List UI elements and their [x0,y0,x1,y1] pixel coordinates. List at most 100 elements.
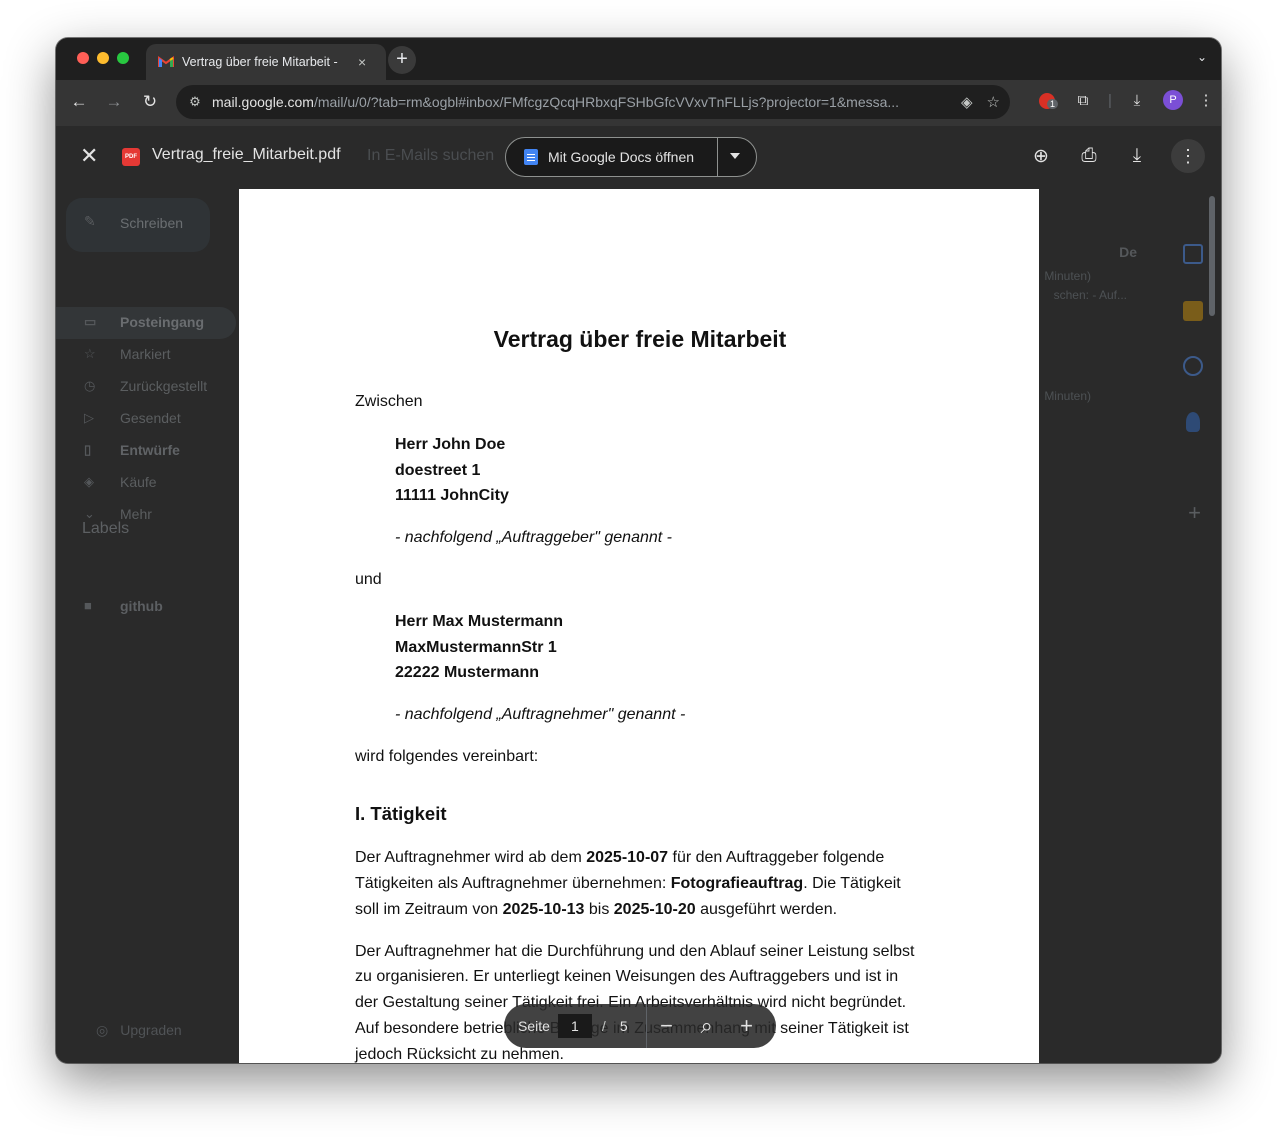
document-title: Vertrag über freie Mitarbeit [493,326,787,352]
tab-search-icon[interactable]: ⌄ [1197,50,1207,64]
bag-icon: ◈ [84,474,94,489]
star-icon: ☆ [84,346,96,361]
nav-label: Zurückgestellt [120,378,208,394]
close-window-button[interactable] [77,52,89,64]
label-text: github [120,598,163,614]
period-end: 2025-10-20 [613,901,696,918]
close-viewer-button[interactable]: ✕ [80,144,98,168]
snippet-time: Minuten) [1044,269,1091,283]
tasks-icon [1183,356,1203,376]
lens-icon[interactable]: ◈ [961,93,973,111]
upgrade-label: Upgraden [120,1022,182,1038]
browser-toolbar: ← → ↻ ⚙ mail.google.com/mail/u/0/?tab=rm… [56,80,1221,126]
open-with-label: Mit Google Docs öffnen [548,149,695,165]
pdf-viewer-header: ✕ PDF Vertrag_freie_Mitarbeit.pdf In E-M… [56,126,1221,188]
draft-icon: ▯ [84,442,92,457]
snippet-text: schen: - Auf... [1053,288,1127,302]
clock-icon: ◷ [84,378,96,393]
gmail-icon [158,56,174,68]
between-text: Zwischen [355,393,423,410]
minimize-window-button[interactable] [97,52,109,64]
browser-tab-active[interactable]: Vertrag über freie Mitarbeit - × [146,44,386,80]
lang-indicator: De [1119,244,1137,260]
toolbar-divider: | [1108,91,1112,109]
forward-button[interactable]: → [103,92,125,112]
label-icon: ■ [84,598,92,613]
page-number-input[interactable]: 1 [557,1014,592,1038]
download-icon[interactable]: ⤓ [1123,145,1151,167]
text-run: Tätigkeiten als Auftragnehmer übernehmen… [355,875,671,892]
url-host: mail.google.com [212,94,314,110]
party2-role: - nachfolgend „Auftragnehmer" genannt - [395,706,686,723]
and-text: und [355,571,382,588]
page-label: Seite [518,1018,550,1034]
extensions-area: 1 ⧉ | ⤓ P ⋮ [1029,90,1221,110]
agreed-text: wird folgendes vereinbart: [355,748,539,765]
para1-line2: Tätigkeiten als Auftragnehmer übernehmen… [355,871,901,897]
viewer-actions: ⊕ ⎙ ⤓ ⋮ [1027,139,1205,173]
text-run: bis [584,901,614,918]
party2-street: MaxMustermannStr 1 [395,639,557,656]
pdf-page[interactable]: Vertrag über freie Mitarbeit Zwischen He… [239,189,1039,1063]
tab-title: Vertrag über freie Mitarbeit - [182,55,338,69]
nav-inbox: ▭ Posteingang [56,307,236,339]
url-text[interactable]: mail.google.com/mail/u/0/?tab=rm&ogbl#in… [212,94,932,110]
more-options-icon[interactable]: ⋮ [1171,139,1205,173]
site-settings-icon[interactable]: ⚙ [178,94,212,110]
reload-button[interactable]: ↻ [139,92,161,112]
snippet-time: Minuten) [1044,389,1091,403]
keep-icon [1183,301,1203,321]
pdf-file-icon: PDF [122,148,140,166]
nav-starred: ☆ Markiert [56,339,236,371]
add-to-drive-icon[interactable]: ⊕ [1027,145,1055,168]
browser-menu-icon[interactable]: ⋮ [1191,91,1221,109]
text-run: Der Auftragnehmer wird ab dem [355,849,587,866]
section-heading: I. Tätigkeit [355,803,447,824]
para2-line: Der Auftragnehmer hat die Durchführung u… [355,943,915,960]
text-run: für den Auftraggeber folgende [668,849,885,866]
inbox-icon: ▭ [84,314,97,329]
open-with-google-docs-button[interactable]: Mit Google Docs öffnen [505,137,757,177]
tab-strip: Vertrag über freie Mitarbeit - × + ⌄ [56,38,1221,80]
party1-city: 11111 JohnCity [395,487,509,504]
extension-icon[interactable]: 1 [1029,91,1065,110]
nav-sent: ▷ Gesendet [56,403,236,435]
compose-label: Schreiben [120,215,184,231]
party2-name: Herr Max Mustermann [395,613,564,630]
para2-line: zu organisieren. Er unterliegt keinen We… [355,968,899,985]
compose-button: ✎ Schreiben [66,198,210,252]
text-run: . Die Tätigkeit [803,875,901,892]
tab-close-icon[interactable]: × [358,54,366,70]
nav-snoozed: ◷ Zurückgestellt [56,371,236,403]
google-docs-icon [524,149,538,165]
pdf-filename: Vertrag_freie_Mitarbeit.pdf [152,146,341,163]
downloads-icon[interactable]: ⤓ [1119,92,1155,109]
text-run: ausgeführt werden. [695,901,838,918]
text-run: soll im Zeitraum von [355,901,503,918]
party1-role: - nachfolgend „Auftraggeber" genannt - [395,529,672,546]
nav-label: Entwürfe [120,442,180,458]
viewer-scrollbar[interactable] [1209,196,1215,316]
nav-label: Käufe [120,474,157,490]
puzzle-icon[interactable]: ⧉ [1065,92,1101,109]
nav-label: Posteingang [120,314,205,330]
zoom-out-icon[interactable]: − [647,1013,687,1039]
back-button[interactable]: ← [68,92,90,112]
dropdown-arrow-icon[interactable] [730,153,740,159]
bookmark-star-icon[interactable]: ☆ [987,93,1000,111]
maximize-window-button[interactable] [117,52,129,64]
new-tab-button[interactable]: + [388,46,416,74]
address-bar[interactable]: ⚙ mail.google.com/mail/u/0/?tab=rm&ogbl#… [176,85,1010,119]
para1-line1: Der Auftragnehmer wird ab dem 2025-10-07… [355,845,884,871]
zoom-in-icon[interactable]: + [727,1013,767,1039]
profile-avatar[interactable]: P [1163,90,1183,110]
nav-purchases: ◈ Käufe [56,467,236,499]
pencil-icon: ✎ [84,213,96,229]
page-controls: Seite 1 / 5 − ⌕ + [504,1004,776,1048]
party1-street: doestreet 1 [395,462,481,479]
print-icon[interactable]: ⎙ [1075,145,1103,167]
send-icon: ▷ [84,410,94,425]
task-name: Fotografieauftrag [670,875,804,892]
zoom-fit-icon[interactable]: ⌕ [687,1013,727,1039]
add-addon-icon: + [1188,500,1201,525]
